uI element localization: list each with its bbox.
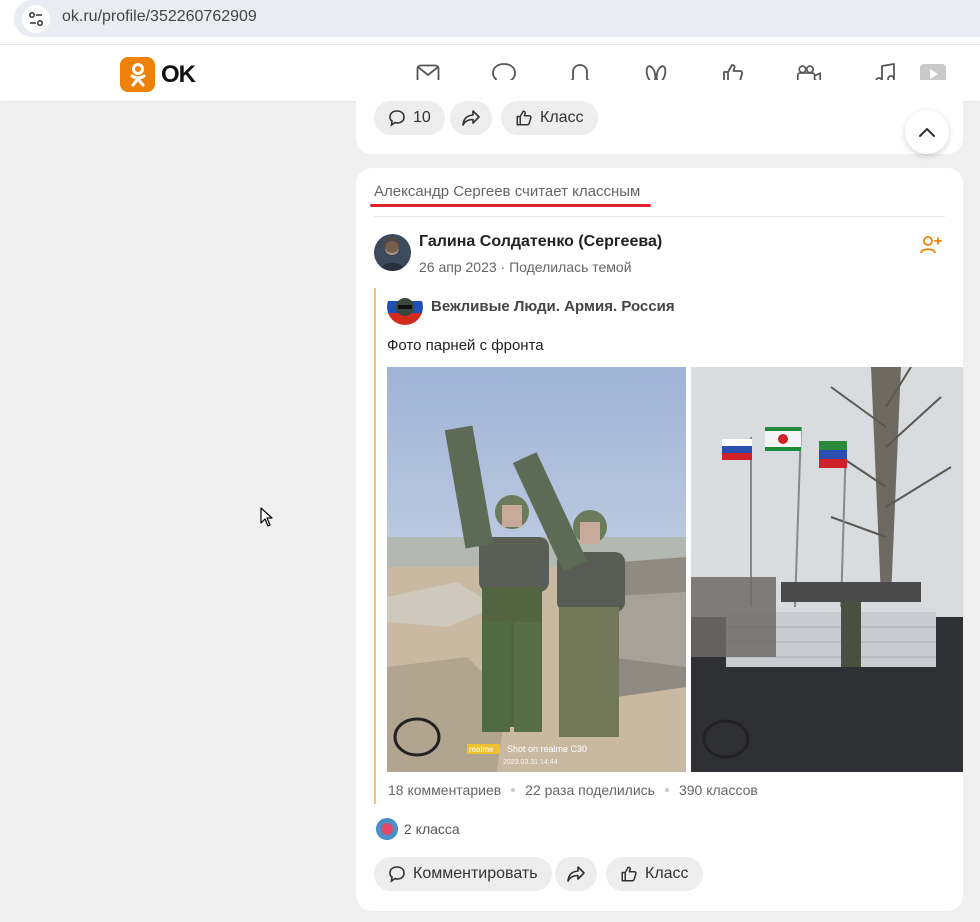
liker-avatar xyxy=(376,818,398,840)
ok-logo-text: OK xyxy=(161,60,196,88)
browser-address-bar: ok.ru/profile/352260762909 xyxy=(0,0,980,44)
class-label: Класс xyxy=(540,109,584,126)
share-button[interactable] xyxy=(450,101,492,135)
separator-dot xyxy=(511,788,516,792)
class-label: Класс xyxy=(645,865,689,882)
url-text[interactable]: ok.ru/profile/352260762909 xyxy=(62,8,257,26)
comment-icon xyxy=(389,866,405,883)
photo-watermark: Shot on realme C30 xyxy=(507,744,587,754)
shares-stat[interactable]: 22 раза поделились xyxy=(525,782,655,798)
add-friend-icon[interactable] xyxy=(920,234,942,256)
omnibox[interactable]: ok.ru/profile/352260762909 xyxy=(14,0,980,37)
photo-watermark-brand: realme xyxy=(469,745,494,754)
group-name[interactable]: Вежливые Люди. Армия. Россия xyxy=(431,298,675,315)
post-photo-1[interactable]: realme Shot on realme C30 2023.03.31 14:… xyxy=(387,367,686,772)
likes-summary[interactable]: 2 класса xyxy=(376,818,460,840)
classes-stat[interactable]: 390 классов xyxy=(679,782,758,798)
share-icon xyxy=(567,866,585,882)
separator-dot xyxy=(664,788,669,792)
comments-stat[interactable]: 18 комментариев xyxy=(388,782,501,798)
site-settings-icon[interactable] xyxy=(22,5,50,33)
mouse-cursor-icon xyxy=(260,507,274,532)
highlight-underline xyxy=(370,204,651,207)
class-button[interactable]: Класс xyxy=(501,101,598,135)
chevron-up-icon xyxy=(919,128,935,137)
comment-label: Комментировать xyxy=(413,865,538,882)
post-photo-2[interactable] xyxy=(691,367,963,772)
divider xyxy=(374,216,945,217)
author-name[interactable]: Галина Солдатенко (Сергеева) xyxy=(419,233,662,251)
ok-logo[interactable]: OK xyxy=(120,57,196,92)
ok-logo-icon xyxy=(120,57,155,92)
comments-button[interactable]: 10 xyxy=(374,101,445,135)
post-text: Фото парней с фронта xyxy=(387,337,544,354)
comments-count: 10 xyxy=(413,109,431,126)
class-button[interactable]: Класс xyxy=(606,857,703,891)
previous-post-card xyxy=(356,80,963,154)
scroll-to-top-button[interactable] xyxy=(905,110,949,154)
group-avatar[interactable] xyxy=(387,289,423,325)
photo-timestamp: 2023.03.31 14:44 xyxy=(503,759,558,766)
share-button[interactable] xyxy=(555,857,597,891)
post-stats: 18 комментариев 22 раза поделились 390 к… xyxy=(388,782,758,798)
comment-button[interactable]: Комментировать xyxy=(374,857,552,891)
thumbs-up-icon xyxy=(516,110,532,126)
comment-icon xyxy=(389,110,405,127)
quote-bar xyxy=(374,288,376,804)
thumbs-up-icon xyxy=(621,866,637,882)
likes-count: 2 класса xyxy=(404,821,460,837)
liked-by-header[interactable]: Александр Сергеев считает классным xyxy=(374,183,640,200)
author-avatar[interactable] xyxy=(374,234,411,271)
post-meta: 26 апр 2023 · Поделилась темой xyxy=(419,259,632,275)
share-icon xyxy=(462,110,480,126)
